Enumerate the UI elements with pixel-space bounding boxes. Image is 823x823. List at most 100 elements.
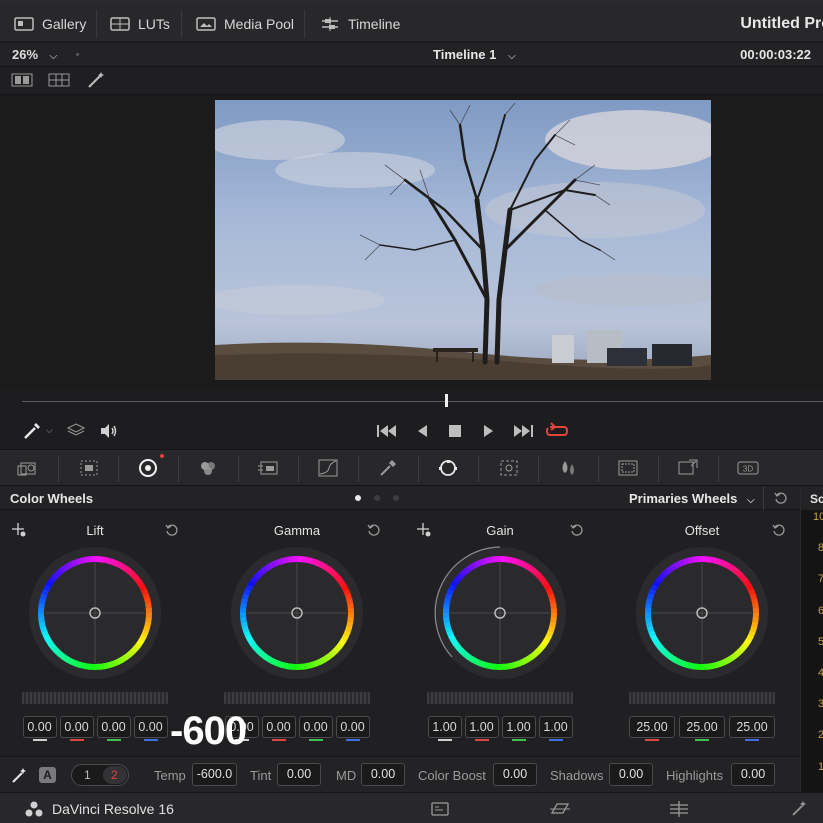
auto-balance-icon[interactable] bbox=[10, 766, 30, 784]
wheel-value-field[interactable]: 0.00 bbox=[335, 716, 370, 738]
color-wheel-0[interactable] bbox=[27, 545, 163, 681]
master-wheel-slider[interactable] bbox=[629, 692, 775, 704]
key-icon[interactable] bbox=[617, 458, 639, 478]
divider bbox=[178, 456, 179, 482]
divider bbox=[718, 456, 719, 482]
md-field[interactable]: 0.00 bbox=[361, 763, 405, 786]
edit-page-icon[interactable] bbox=[668, 800, 690, 818]
scrubber-bar[interactable] bbox=[0, 389, 823, 413]
media-page-icon[interactable] bbox=[430, 801, 450, 817]
motion-effects-icon[interactable] bbox=[257, 458, 279, 478]
scopes-panel[interactable]: Sc 10 8 7 6 5 4 3 2 1 bbox=[800, 486, 823, 792]
single-viewer-icon[interactable] bbox=[11, 73, 33, 87]
page-dot-2[interactable] bbox=[374, 495, 380, 501]
color-wheels-icon[interactable] bbox=[137, 458, 159, 478]
video-frame[interactable] bbox=[215, 100, 711, 380]
rgb-mixer-icon[interactable] bbox=[197, 458, 219, 478]
temp-field[interactable]: -600.0 bbox=[192, 763, 237, 786]
master-wheel-slider[interactable] bbox=[224, 692, 370, 704]
magic-wand-icon[interactable] bbox=[86, 71, 106, 89]
wheel-value-field[interactable]: 0.00 bbox=[298, 716, 333, 738]
timeline-dropdown[interactable]: Timeline 1 ⌵ bbox=[433, 47, 516, 62]
tint-field[interactable]: 0.00 bbox=[277, 763, 321, 786]
luts-icon bbox=[110, 17, 130, 31]
divider bbox=[763, 486, 764, 510]
page-2-button[interactable]: 2 bbox=[111, 768, 118, 782]
tracker-icon[interactable] bbox=[498, 458, 520, 478]
channel-indicator bbox=[645, 739, 659, 741]
speaker-icon[interactable] bbox=[99, 422, 119, 440]
stop-icon[interactable] bbox=[448, 424, 462, 438]
color-wheel-2[interactable] bbox=[432, 545, 568, 681]
camera-raw-icon[interactable] bbox=[17, 458, 39, 478]
crosshair-picker-icon[interactable] bbox=[11, 522, 29, 540]
viewer[interactable] bbox=[0, 96, 823, 389]
wheel-value-field[interactable]: 0.00 bbox=[96, 716, 131, 738]
adjustments-bar: A 1 2 Temp -600.0 Tint 0.00 MD 0.00 Colo… bbox=[0, 756, 800, 792]
auto-color-button[interactable]: A bbox=[39, 767, 56, 783]
play-icon[interactable] bbox=[482, 423, 496, 439]
wheel-value-field[interactable]: 0.00 bbox=[261, 716, 296, 738]
sizing-icon[interactable] bbox=[677, 458, 699, 478]
wheel-reset-icon[interactable] bbox=[570, 523, 584, 537]
window-icon[interactable] bbox=[437, 458, 459, 478]
wheel-reset-icon[interactable] bbox=[772, 523, 786, 537]
zoom-dropdown[interactable]: 26% ⌵ bbox=[12, 47, 57, 62]
page-dot-1[interactable] bbox=[355, 495, 361, 501]
media-pool-button[interactable]: Media Pool bbox=[196, 12, 294, 36]
color-boost-label: Color Boost bbox=[418, 768, 486, 783]
wheel-reset-icon[interactable] bbox=[165, 523, 179, 537]
color-wheel-1[interactable] bbox=[229, 545, 365, 681]
divider bbox=[358, 456, 359, 482]
skip-to-start-icon[interactable] bbox=[376, 423, 398, 439]
cut-page-icon[interactable] bbox=[549, 801, 571, 817]
chevron-down-icon[interactable]: ⌵ bbox=[46, 425, 53, 436]
layers-icon[interactable] bbox=[66, 422, 86, 440]
play-reverse-icon[interactable] bbox=[415, 423, 429, 439]
page-1-button[interactable]: 1 bbox=[84, 768, 91, 782]
transport-controls: ⌵ bbox=[0, 413, 823, 449]
fusion-page-icon[interactable] bbox=[790, 799, 810, 817]
wheel-label-1: Gamma bbox=[273, 523, 321, 538]
crosshair-picker-icon[interactable] bbox=[416, 522, 434, 540]
color-picker-icon[interactable] bbox=[22, 421, 42, 441]
wheel-value-field[interactable]: 25.00 bbox=[679, 716, 725, 738]
timeline-button[interactable]: Timeline bbox=[320, 12, 400, 36]
wheel-value-field[interactable]: 1.00 bbox=[427, 716, 462, 738]
wheel-value-field[interactable]: 0.00 bbox=[59, 716, 94, 738]
scrub-track[interactable] bbox=[22, 401, 823, 402]
master-wheel-slider[interactable] bbox=[22, 692, 168, 704]
wheel-value-field[interactable]: 25.00 bbox=[729, 716, 775, 738]
wheel-value-field[interactable]: 25.00 bbox=[629, 716, 675, 738]
reset-icon[interactable] bbox=[774, 491, 788, 505]
wheel-reset-icon[interactable] bbox=[367, 523, 381, 537]
scope-tick-label: 3 bbox=[818, 698, 823, 711]
3d-icon[interactable]: 3D bbox=[737, 458, 759, 478]
wheel-value-field[interactable]: 1.00 bbox=[501, 716, 536, 738]
color-boost-field[interactable]: 0.00 bbox=[493, 763, 537, 786]
wheel-value-field[interactable]: 1.00 bbox=[464, 716, 499, 738]
media-pool-label: Media Pool bbox=[224, 16, 295, 32]
shadows-field[interactable]: 0.00 bbox=[609, 763, 653, 786]
gallery-button[interactable]: Gallery bbox=[14, 12, 86, 36]
page-dot-3[interactable] bbox=[393, 495, 399, 501]
project-title: Untitled Pro bbox=[740, 15, 823, 32]
wheels-mode-dropdown[interactable]: Primaries Wheels ⌵ bbox=[629, 491, 755, 506]
gallery-view-icon[interactable] bbox=[48, 73, 70, 87]
scope-tick-label: 10 bbox=[813, 511, 823, 523]
master-wheel-slider[interactable] bbox=[427, 692, 573, 704]
playhead[interactable] bbox=[445, 394, 449, 407]
color-wheel-3[interactable] bbox=[634, 545, 770, 681]
blur-icon[interactable] bbox=[557, 458, 579, 478]
curves-icon[interactable] bbox=[317, 458, 339, 478]
luts-button[interactable]: LUTs bbox=[110, 12, 170, 36]
qualifier-icon[interactable] bbox=[377, 458, 399, 478]
wheel-value-field[interactable]: 0.00 bbox=[133, 716, 168, 738]
loop-icon[interactable] bbox=[545, 422, 569, 440]
color-match-icon[interactable] bbox=[78, 458, 100, 478]
highlights-field[interactable]: 0.00 bbox=[731, 763, 775, 786]
temp-label: Temp bbox=[154, 768, 186, 783]
wheel-value-field[interactable]: 1.00 bbox=[538, 716, 573, 738]
skip-to-end-icon[interactable] bbox=[512, 423, 534, 439]
wheel-value-field[interactable]: 0.00 bbox=[22, 716, 57, 738]
